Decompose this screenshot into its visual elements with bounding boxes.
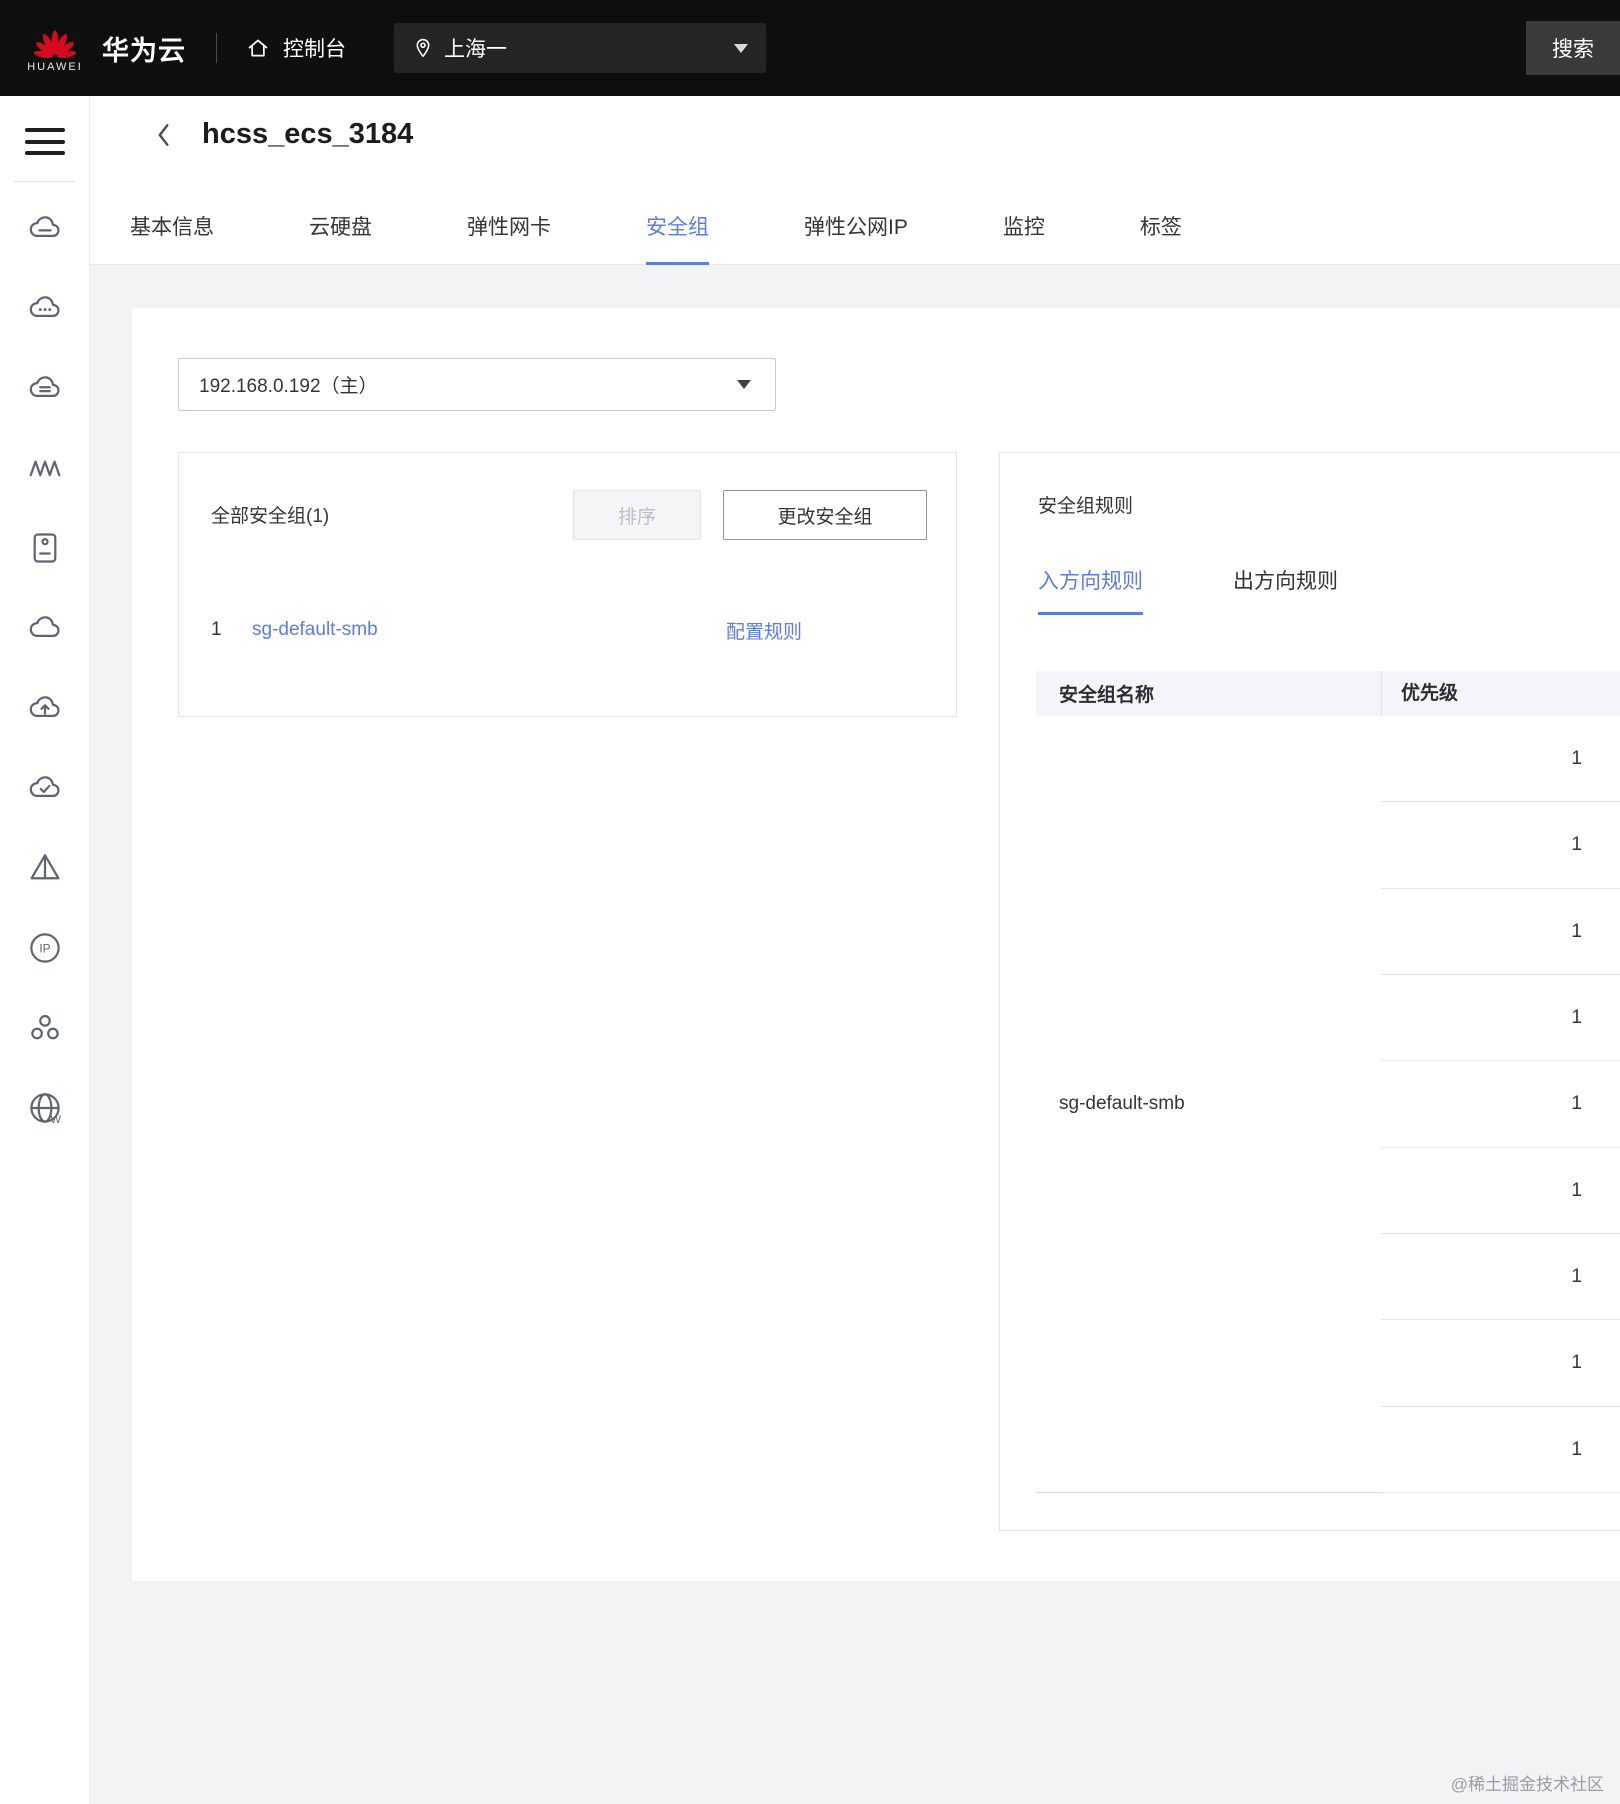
rules-table-body: sg-default-smb 111111111: [1036, 716, 1620, 1493]
configure-rules-link[interactable]: 配置规则: [726, 617, 802, 644]
page-header: hcss_ecs_3184 基本信息 云硬盘 弹性网卡 安全组 弹性公网IP 监控 标签: [90, 96, 1620, 265]
svg-text:IP: IP: [39, 941, 50, 955]
globe-icon[interactable]: W: [26, 1089, 64, 1127]
content-card: 192.168.0.192（主） 全部安全组(1) 排序 更改安全组 1 sg-d…: [132, 308, 1620, 1581]
rule-priority-cell: 1: [1381, 889, 1620, 975]
rule-priority-cell: 1: [1381, 1148, 1620, 1234]
rules-tab-bar: 入方向规则 出方向规则: [1038, 565, 1428, 615]
cloud-server-icon[interactable]: [26, 209, 64, 247]
region-selector[interactable]: 上海一: [394, 23, 766, 73]
auto-scaling-icon[interactable]: [26, 449, 64, 487]
rule-group-name-cell: sg-default-smb: [1036, 716, 1381, 1493]
console-label: 控制台: [283, 38, 346, 61]
rules-tab-入方向规则[interactable]: 入方向规则: [1038, 565, 1143, 615]
prism-icon[interactable]: [26, 849, 64, 887]
back-button[interactable]: [152, 121, 174, 149]
huawei-logo[interactable]: HUAWEI: [20, 24, 90, 73]
security-groups-panel: 全部安全组(1) 排序 更改安全组 1 sg-default-smb 配置规则: [178, 452, 957, 717]
group-name-link[interactable]: sg-default-smb: [252, 619, 378, 641]
change-security-group-button[interactable]: 更改安全组: [723, 490, 927, 540]
cloud-list-icon[interactable]: [26, 369, 64, 407]
tab-安全组[interactable]: 安全组: [646, 211, 709, 265]
cloud-icon[interactable]: [26, 609, 64, 647]
tab-弹性网卡[interactable]: 弹性网卡: [467, 211, 551, 265]
cloud-check-icon[interactable]: [26, 769, 64, 807]
column-header-priority: 优先级: [1381, 671, 1620, 716]
tab-基本信息[interactable]: 基本信息: [130, 211, 214, 265]
rule-priority-cell: 1: [1381, 1234, 1620, 1321]
sort-button[interactable]: 排序: [573, 490, 701, 540]
nic-dropdown[interactable]: 192.168.0.192（主）: [178, 358, 776, 411]
rule-priority-cell: 1: [1381, 975, 1620, 1062]
top-bar: HUAWEI 华为云 控制台 上海一 搜索: [0, 0, 1620, 96]
security-group-rules-panel: 安全组规则 入方向规则 出方向规则 安全组名称 优先级 sg-default-sm…: [999, 452, 1620, 1531]
group-rows: 1 sg-default-smb 配置规则: [211, 609, 936, 651]
rules-panel-title: 安全组规则: [1038, 496, 1134, 517]
group-index: 1: [211, 619, 222, 640]
tab-弹性公网IP[interactable]: 弹性公网IP: [804, 211, 908, 265]
console-home-button[interactable]: 控制台: [245, 33, 346, 63]
rules-tab-出方向规则[interactable]: 出方向规则: [1233, 565, 1338, 615]
rule-priority-cell: 1: [1381, 1320, 1620, 1407]
chevron-down-icon: [737, 380, 751, 389]
groups-panel-title: 全部安全组(1): [211, 506, 330, 527]
tab-云硬盘[interactable]: 云硬盘: [309, 211, 372, 265]
cluster-icon[interactable]: [26, 1009, 64, 1047]
nic-dropdown-value: 192.168.0.192（主）: [199, 376, 378, 397]
brand-name: 华为云: [102, 35, 186, 66]
tab-bar: 基本信息 云硬盘 弹性网卡 安全组 弹性公网IP 监控 标签: [130, 211, 1277, 265]
tab-标签[interactable]: 标签: [1140, 211, 1182, 265]
rule-priority-cell: 1: [1381, 716, 1620, 803]
priority-rows: 111111111: [1381, 716, 1620, 1493]
location-pin-icon: [416, 38, 430, 58]
rule-priority-cell: 1: [1381, 1061, 1620, 1148]
server-box-icon[interactable]: [26, 529, 64, 567]
tab-监控[interactable]: 监控: [1003, 211, 1045, 265]
header-divider: [216, 33, 217, 63]
rules-table: 安全组名称 优先级 sg-default-smb 111111111: [1036, 671, 1620, 1493]
huawei-flower-icon: [33, 30, 77, 58]
svg-text:W: W: [50, 1114, 61, 1126]
hamburger-menu-icon[interactable]: [24, 128, 65, 155]
rule-priority-cell: 1: [1381, 1407, 1620, 1493]
page-title: hcss_ecs_3184: [202, 118, 414, 150]
column-header-group-name: 安全组名称: [1059, 685, 1155, 706]
cloud-dots-icon[interactable]: [26, 289, 64, 327]
sidebar-divider: [14, 181, 75, 182]
chevron-left-icon: [158, 123, 169, 146]
watermark: @稀土掘金技术社区: [1450, 1775, 1604, 1794]
search-button[interactable]: 搜索: [1526, 21, 1620, 75]
rules-table-header: 安全组名称 优先级: [1036, 671, 1620, 716]
logo-wordmark: HUAWEI: [27, 60, 83, 73]
home-icon: [248, 39, 268, 57]
security-group-row: 1 sg-default-smb 配置规则: [211, 609, 936, 651]
ip-icon[interactable]: IP: [26, 929, 64, 967]
sidebar-icons: IP W: [0, 209, 89, 1127]
chevron-down-icon: [734, 43, 748, 53]
sidebar: IP W: [0, 96, 90, 1804]
cloud-upload-icon[interactable]: [26, 689, 64, 727]
rule-priority-cell: 1: [1381, 802, 1620, 889]
region-value: 上海一: [444, 38, 507, 61]
